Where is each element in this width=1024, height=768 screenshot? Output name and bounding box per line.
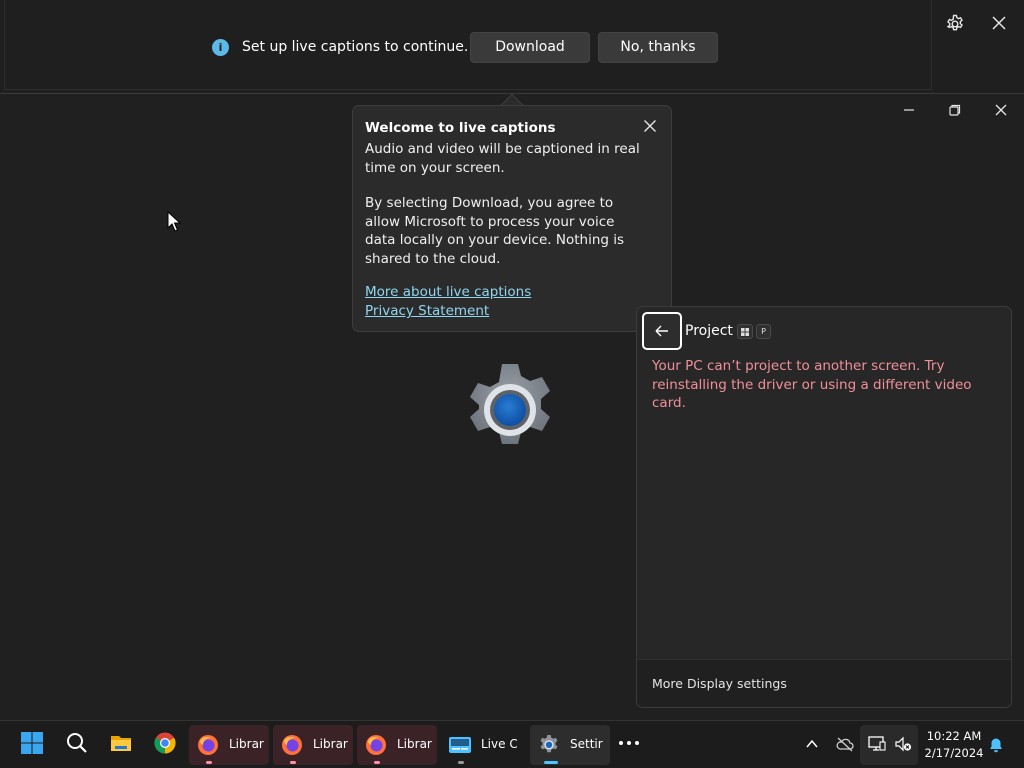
live-captions-bar: i Set up live captions to continue. Down…: [0, 0, 1024, 94]
more-icon[interactable]: [618, 739, 640, 747]
firefox-icon: [366, 735, 386, 755]
welcome-live-captions-flyout: Welcome to live captions Audio and video…: [352, 105, 672, 332]
windows-start-icon[interactable]: [21, 732, 43, 754]
taskbar-app-firefox-2[interactable]: Librar: [273, 725, 353, 765]
chevron-up-icon[interactable]: [805, 737, 819, 751]
download-button[interactable]: Download: [470, 32, 590, 63]
settings-icon: [540, 735, 558, 753]
project-error-message: Your PC can’t project to another screen.…: [652, 358, 972, 411]
flyout-close-icon[interactable]: [643, 119, 657, 133]
settings-splash-icon: [470, 364, 550, 444]
live-captions-icon: [449, 737, 471, 753]
no-thanks-button[interactable]: No, thanks: [598, 32, 718, 63]
window-close-icon[interactable]: [993, 102, 1009, 118]
taskbar-app-live-captions[interactable]: Live C: [441, 725, 521, 765]
file-explorer-icon[interactable]: [110, 732, 132, 754]
clock-time[interactable]: 10:22 AM: [924, 729, 984, 743]
back-button[interactable]: [642, 312, 682, 350]
taskbar-app-settings[interactable]: Settir: [530, 725, 610, 765]
taskbar-app-firefox-3[interactable]: Librar: [357, 725, 437, 765]
flyout-consent-text: By selecting Download, you agree to allo…: [365, 195, 625, 267]
project-footer: More Display settings: [637, 659, 1011, 707]
windows-key-icon: [737, 324, 753, 339]
minimize-icon[interactable]: [901, 102, 917, 118]
info-icon: i: [212, 39, 229, 56]
mouse-cursor-icon: [167, 211, 181, 232]
project-panel: Project P Your PC can’t project to anoth…: [636, 306, 1012, 708]
firefox-icon: [198, 735, 218, 755]
flyout-description: Audio and video will be captioned in rea…: [365, 141, 640, 176]
project-title: Project: [685, 323, 733, 339]
shortcut-key-p: P: [756, 324, 771, 339]
taskbar: Librar Librar Librar Live C Settir 10:22…: [0, 720, 1024, 768]
volume-muted-icon[interactable]: [894, 736, 912, 752]
restore-icon[interactable]: [947, 102, 963, 118]
flyout-title: Welcome to live captions: [365, 120, 556, 136]
gear-icon[interactable]: [945, 14, 965, 34]
taskbar-app-firefox-1[interactable]: Librar: [189, 725, 269, 765]
more-display-settings-link[interactable]: More Display settings: [652, 676, 787, 691]
live-captions-message: Set up live captions to continue.: [242, 39, 469, 55]
close-icon[interactable]: [991, 15, 1007, 31]
search-icon[interactable]: [66, 732, 88, 754]
notification-bell-icon[interactable]: [988, 737, 1004, 753]
firefox-icon: [282, 735, 302, 755]
more-about-live-captions-link[interactable]: More about live captions: [365, 284, 531, 300]
network-icon[interactable]: [868, 736, 886, 752]
privacy-statement-link[interactable]: Privacy Statement: [365, 303, 489, 319]
chrome-icon[interactable]: [154, 732, 176, 754]
onedrive-cloud-icon[interactable]: [836, 736, 854, 752]
clock-date[interactable]: 2/17/2024: [922, 746, 986, 760]
arrow-left-icon: [655, 325, 668, 337]
